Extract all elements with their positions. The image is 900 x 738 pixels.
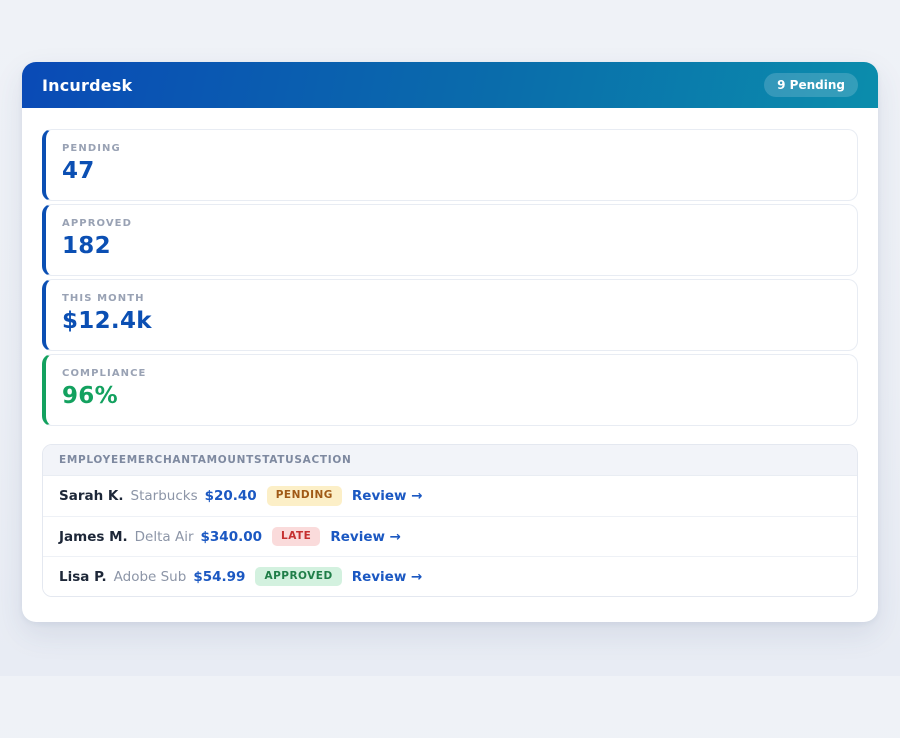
app-header: Incurdesk 9 Pending xyxy=(22,62,878,108)
column-header-status: STATUS xyxy=(254,454,303,466)
table-row: Sarah K. Starbucks $20.40 PENDING Review… xyxy=(43,476,857,516)
review-link[interactable]: Review → xyxy=(352,569,423,585)
status-badge: APPROVED xyxy=(255,567,341,587)
column-header-employee: EMPLOYEE xyxy=(59,454,127,466)
merchant-name: Adobe Sub xyxy=(114,569,187,585)
app-window: Incurdesk 9 Pending PENDING 47 APPROVED … xyxy=(22,62,878,622)
amount-value: $340.00 xyxy=(201,529,263,545)
column-header-merchant: MERCHANT xyxy=(127,454,198,466)
stat-card-approved: APPROVED 182 xyxy=(42,204,858,276)
stat-card-pending: PENDING 47 xyxy=(42,129,858,201)
pending-count-badge[interactable]: 9 Pending xyxy=(764,73,858,97)
stat-value: 182 xyxy=(62,234,841,258)
stat-value: 96% xyxy=(62,384,841,408)
review-link[interactable]: Review → xyxy=(330,529,401,545)
column-header-action: ACTION xyxy=(303,454,352,466)
merchant-name: Delta Air xyxy=(135,529,194,545)
merchant-name: Starbucks xyxy=(131,488,198,504)
stat-label: COMPLIANCE xyxy=(62,368,841,379)
expenses-table: EMPLOYEEMERCHANTAMOUNTSTATUSACTION Sarah… xyxy=(42,444,858,597)
table-header-row: EMPLOYEEMERCHANTAMOUNTSTATUSACTION xyxy=(43,445,857,476)
employee-name: James M. xyxy=(59,529,128,545)
stat-value: $12.4k xyxy=(62,309,841,333)
review-link[interactable]: Review → xyxy=(352,488,423,504)
table-row: James M. Delta Air $340.00 LATE Review → xyxy=(43,516,857,556)
status-badge: LATE xyxy=(272,527,320,547)
stat-label: PENDING xyxy=(62,143,841,154)
app-title: Incurdesk xyxy=(42,76,132,95)
amount-value: $54.99 xyxy=(193,569,245,585)
amount-value: $20.40 xyxy=(205,488,257,504)
column-header-amount: AMOUNT xyxy=(198,454,254,466)
stat-card-this-month: THIS MONTH $12.4k xyxy=(42,279,858,351)
stat-label: APPROVED xyxy=(62,218,841,229)
employee-name: Lisa P. xyxy=(59,569,107,585)
table-row: Lisa P. Adobe Sub $54.99 APPROVED Review… xyxy=(43,556,857,596)
stats-section: PENDING 47 APPROVED 182 THIS MONTH $12.4… xyxy=(42,129,858,426)
app-body: PENDING 47 APPROVED 182 THIS MONTH $12.4… xyxy=(22,108,878,622)
stat-card-compliance: COMPLIANCE 96% xyxy=(42,354,858,426)
stat-value: 47 xyxy=(62,159,841,183)
status-badge: PENDING xyxy=(267,486,342,506)
employee-name: Sarah K. xyxy=(59,488,124,504)
stat-label: THIS MONTH xyxy=(62,293,841,304)
